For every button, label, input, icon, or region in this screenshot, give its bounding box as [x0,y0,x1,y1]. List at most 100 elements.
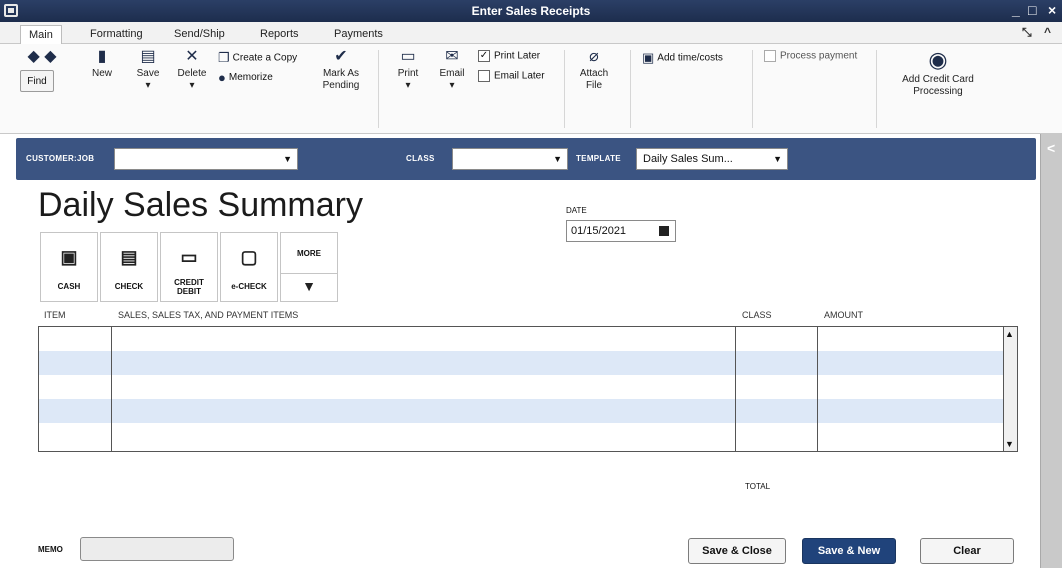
tab-formatting[interactable]: Formatting [82,25,151,44]
file-label: File [585,80,603,91]
customer-job-label: CUSTOMER:JOB [26,154,95,163]
checkbox-empty-icon [764,50,776,62]
credit-debit-button[interactable]: ▭ CREDIT DEBIT [160,232,218,302]
form-title: Daily Sales Summary [38,186,363,224]
date-field[interactable]: 01/15/2021 [566,220,676,242]
dropdown-arrow-icon: ▼ [283,154,292,164]
date-label: DATE [566,206,587,215]
chevron-down-icon: ▼ [281,273,337,294]
email-label: Email [439,68,465,79]
chevron-left-icon: < [1047,140,1056,156]
print-later-checkbox[interactable]: ✓ Print Later [478,50,540,62]
echeck-button[interactable]: ▢ e-CHECK [220,232,278,302]
add-time-icon: ▣ [642,50,655,65]
mark-as-pending-button[interactable]: ✔ Mark As Pending [318,48,364,92]
more-button[interactable]: MORE ▼ [280,232,338,302]
save-dropdown-icon: ▾ [145,80,151,91]
add-credit-card-processing-button[interactable]: ◉ Add Credit Card Processing [886,48,990,98]
customer-job-dropdown[interactable]: ▼ [114,148,298,170]
check-icon: ▤ [120,247,138,267]
cash-icon: ▣ [60,247,78,267]
window-title: Enter Sales Receipts [471,4,591,18]
total-label: TOTAL [745,482,771,491]
toolbar-divider [378,50,379,128]
add-time-costs-button[interactable]: ▣ Add time/costs [642,50,723,66]
add-credit-card-label: Add Credit Card [902,74,974,85]
new-doc-icon: ▮ [97,48,107,65]
template-dropdown[interactable]: Daily Sales Sum... ▼ [636,148,788,170]
table-row[interactable] [39,399,1005,423]
column-divider [111,327,112,451]
print-button[interactable]: ▭ Print ▾ [390,48,426,92]
line-items-header: ITEM SALES, SALES TAX, AND PAYMENT ITEMS… [38,308,1018,324]
memorize-button[interactable]: ● Memorize [218,70,273,85]
check-label: CHECK [114,282,144,291]
check-badge-icon: ✔ [334,48,348,65]
close-button[interactable]: × [1048,2,1056,18]
email-button[interactable]: ✉ Email ▾ [434,48,470,92]
template-label: TEMPLATE [576,154,621,163]
more-label: MORE [297,249,321,258]
date-value: 01/15/2021 [571,225,627,237]
side-panel-toggle[interactable]: < [1040,134,1062,568]
tab-reports[interactable]: Reports [252,25,307,44]
table-row[interactable] [39,423,1005,447]
prev-next-arrows[interactable]: ◆ ◆ [22,48,62,68]
save-button[interactable]: ▤ Save ▾ [128,48,168,92]
delete-dropdown-icon: ▾ [189,80,195,91]
check-button[interactable]: ▤ CHECK [100,232,158,302]
scroll-down-icon[interactable]: ▼ [1005,439,1014,449]
delete-button[interactable]: ✕ Delete ▾ [172,48,212,92]
email-later-checkbox[interactable]: Email Later [478,70,545,82]
process-payment-checkbox[interactable]: Process payment [764,50,857,62]
minimize-button[interactable]: _ [1012,2,1020,18]
table-row[interactable] [39,327,1005,351]
save-new-button[interactable]: Save & New [802,538,896,564]
grid-scrollbar[interactable]: ▲ ▼ [1003,327,1017,451]
tab-send-ship[interactable]: Send/Ship [166,25,233,44]
calendar-icon[interactable] [659,226,669,236]
class-dropdown[interactable]: ▼ [452,148,568,170]
table-row[interactable] [39,375,1005,399]
title-bar: Enter Sales Receipts _ □ × [0,0,1062,22]
payment-method-buttons: ▣ CASH ▤ CHECK ▭ CREDIT DEBIT ▢ e-CHECK … [40,232,338,302]
email-icon: ✉ [445,48,459,65]
processing-label: Processing [913,86,963,97]
process-payment-label: Process payment [780,50,858,62]
create-copy-button[interactable]: ❐ Create a Copy [218,50,297,66]
save-close-button[interactable]: Save & Close [688,538,786,564]
col-amount: AMOUNT [824,310,863,320]
toolbar-divider [630,50,631,128]
email-later-label: Email Later [494,70,545,82]
debit-label: DEBIT [177,287,201,296]
col-class: CLASS [742,310,772,320]
save-label: Save [136,68,160,79]
email-dropdown-icon: ▾ [449,80,455,91]
customer-header-bar: CUSTOMER:JOB ▼ CLASS ▼ TEMPLATE Daily Sa… [16,138,1036,180]
dropdown-arrow-icon: ▼ [773,154,782,164]
memo-field[interactable] [80,537,234,561]
table-row[interactable] [39,351,1005,375]
cash-button[interactable]: ▣ CASH [40,232,98,302]
printer-icon: ▭ [400,48,416,65]
attach-file-button[interactable]: ⌀ Attach File [574,48,614,92]
checkbox-checked-icon: ✓ [478,50,490,62]
maximize-button[interactable]: □ [1028,2,1036,18]
line-items-grid[interactable]: ▲ ▼ [38,326,1018,452]
find-button[interactable]: Find [20,70,54,92]
new-button[interactable]: ▮ New [82,48,122,80]
chevron-up-icon[interactable]: ^ [1044,25,1051,39]
scroll-up-icon[interactable]: ▲ [1005,329,1014,339]
clear-button[interactable]: Clear [920,538,1014,564]
tab-main[interactable]: Main [20,25,62,44]
checkbox-empty-icon [478,70,490,82]
tab-payments[interactable]: Payments [326,25,391,44]
credit-label: CREDIT [174,278,204,287]
memo-label: MEMO [38,545,63,554]
save-icon: ▤ [140,48,156,65]
toolbar-divider [876,50,877,128]
copy-icon: ❐ [218,50,230,65]
cash-label: CASH [57,282,81,291]
col-item: ITEM [44,310,66,320]
collapse-toggle-icon[interactable]: ⤡ [1022,25,1032,40]
